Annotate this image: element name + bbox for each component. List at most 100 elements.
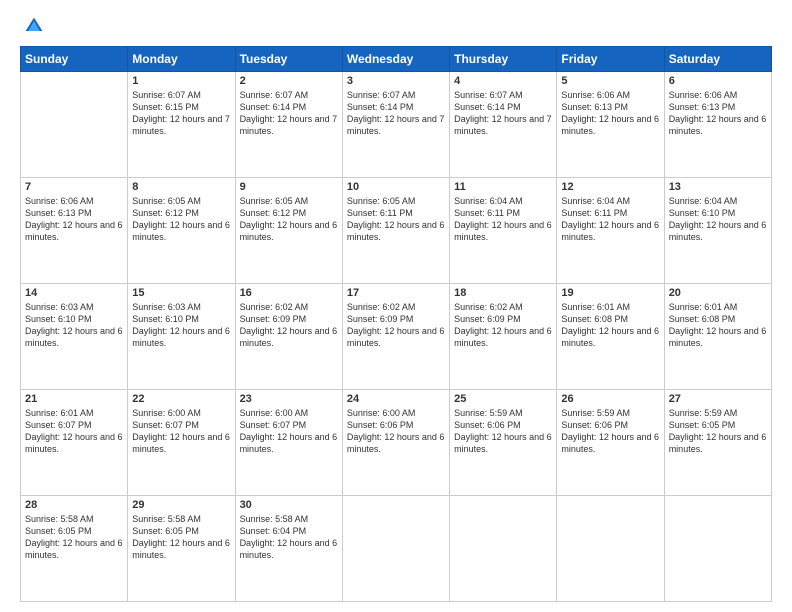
day-info: Sunrise: 6:07 AMSunset: 6:14 PMDaylight:…	[240, 89, 338, 138]
day-number: 27	[669, 393, 767, 405]
calendar-week-row: 14 Sunrise: 6:03 AMSunset: 6:10 PMDayligh…	[21, 284, 772, 390]
day-number: 12	[561, 181, 659, 193]
calendar-header-monday: Monday	[128, 47, 235, 72]
day-info: Sunrise: 6:01 AMSunset: 6:08 PMDaylight:…	[669, 301, 767, 350]
calendar-week-row: 21 Sunrise: 6:01 AMSunset: 6:07 PMDayligh…	[21, 390, 772, 496]
day-info: Sunrise: 6:01 AMSunset: 6:07 PMDaylight:…	[25, 407, 123, 456]
day-info: Sunrise: 6:04 AMSunset: 6:11 PMDaylight:…	[454, 195, 552, 244]
calendar-cell: 20 Sunrise: 6:01 AMSunset: 6:08 PMDayligh…	[664, 284, 771, 390]
day-number: 8	[132, 181, 230, 193]
logo	[20, 16, 44, 36]
calendar-cell: 1 Sunrise: 6:07 AMSunset: 6:15 PMDaylight…	[128, 72, 235, 178]
day-number: 1	[132, 75, 230, 87]
calendar-cell	[21, 72, 128, 178]
calendar-cell: 23 Sunrise: 6:00 AMSunset: 6:07 PMDayligh…	[235, 390, 342, 496]
calendar-cell: 16 Sunrise: 6:02 AMSunset: 6:09 PMDayligh…	[235, 284, 342, 390]
calendar-cell: 22 Sunrise: 6:00 AMSunset: 6:07 PMDayligh…	[128, 390, 235, 496]
page: SundayMondayTuesdayWednesdayThursdayFrid…	[0, 0, 792, 612]
day-number: 25	[454, 393, 552, 405]
calendar-cell: 13Sunrise: 6:04 AMSunset: 6:10 PMDayligh…	[664, 178, 771, 284]
day-number: 7	[25, 181, 123, 193]
calendar-header-row: SundayMondayTuesdayWednesdayThursdayFrid…	[21, 47, 772, 72]
day-number: 26	[561, 393, 659, 405]
calendar-header-tuesday: Tuesday	[235, 47, 342, 72]
day-info: Sunrise: 6:00 AMSunset: 6:07 PMDaylight:…	[132, 407, 230, 456]
day-number: 29	[132, 499, 230, 511]
calendar-cell	[557, 496, 664, 602]
day-info: Sunrise: 6:06 AMSunset: 6:13 PMDaylight:…	[669, 89, 767, 138]
calendar-cell: 30 Sunrise: 5:58 AMSunset: 6:04 PMDayligh…	[235, 496, 342, 602]
day-number: 5	[561, 75, 659, 87]
calendar-cell	[342, 496, 449, 602]
day-number: 21	[25, 393, 123, 405]
day-info: Sunrise: 5:59 AMSunset: 6:06 PMDaylight:…	[561, 407, 659, 456]
day-info: Sunrise: 6:03 AMSunset: 6:10 PMDaylight:…	[132, 301, 230, 350]
calendar-cell: 14 Sunrise: 6:03 AMSunset: 6:10 PMDayligh…	[21, 284, 128, 390]
calendar-cell: 29Sunrise: 5:58 AMSunset: 6:05 PMDayligh…	[128, 496, 235, 602]
calendar-header-saturday: Saturday	[664, 47, 771, 72]
day-number: 2	[240, 75, 338, 87]
calendar-table: SundayMondayTuesdayWednesdayThursdayFrid…	[20, 46, 772, 602]
day-info: Sunrise: 6:02 AMSunset: 6:09 PMDaylight:…	[240, 301, 338, 350]
day-number: 6	[669, 75, 767, 87]
day-number: 22	[132, 393, 230, 405]
day-number: 14	[25, 287, 123, 299]
day-info: Sunrise: 6:00 AMSunset: 6:07 PMDaylight:…	[240, 407, 338, 456]
calendar-week-row: 28 Sunrise: 5:58 AMSunset: 6:05 PMDayligh…	[21, 496, 772, 602]
day-number: 9	[240, 181, 338, 193]
day-number: 23	[240, 393, 338, 405]
calendar-cell: 7 Sunrise: 6:06 AMSunset: 6:13 PMDaylight…	[21, 178, 128, 284]
day-info: Sunrise: 6:06 AMSunset: 6:13 PMDaylight:…	[25, 195, 123, 244]
calendar-cell: 28 Sunrise: 5:58 AMSunset: 6:05 PMDayligh…	[21, 496, 128, 602]
day-info: Sunrise: 6:03 AMSunset: 6:10 PMDaylight:…	[25, 301, 123, 350]
day-info: Sunrise: 6:04 AMSunset: 6:10 PMDaylight:…	[669, 195, 767, 244]
day-info: Sunrise: 6:05 AMSunset: 6:12 PMDaylight:…	[240, 195, 338, 244]
calendar-cell: 27 Sunrise: 5:59 AMSunset: 6:05 PMDayligh…	[664, 390, 771, 496]
calendar-cell: 9 Sunrise: 6:05 AMSunset: 6:12 PMDaylight…	[235, 178, 342, 284]
day-info: Sunrise: 6:02 AMSunset: 6:09 PMDaylight:…	[347, 301, 445, 350]
day-info: Sunrise: 6:01 AMSunset: 6:08 PMDaylight:…	[561, 301, 659, 350]
day-info: Sunrise: 6:04 AMSunset: 6:11 PMDaylight:…	[561, 195, 659, 244]
calendar-cell: 5 Sunrise: 6:06 AMSunset: 6:13 PMDaylight…	[557, 72, 664, 178]
calendar-cell: 6 Sunrise: 6:06 AMSunset: 6:13 PMDaylight…	[664, 72, 771, 178]
calendar-cell: 17 Sunrise: 6:02 AMSunset: 6:09 PMDayligh…	[342, 284, 449, 390]
day-info: Sunrise: 6:07 AMSunset: 6:14 PMDaylight:…	[454, 89, 552, 138]
day-info: Sunrise: 6:05 AMSunset: 6:12 PMDaylight:…	[132, 195, 230, 244]
logo-icon	[24, 16, 44, 36]
day-info: Sunrise: 6:05 AMSunset: 6:11 PMDaylight:…	[347, 195, 445, 244]
calendar-cell: 26 Sunrise: 5:59 AMSunset: 6:06 PMDayligh…	[557, 390, 664, 496]
day-info: Sunrise: 6:07 AMSunset: 6:14 PMDaylight:…	[347, 89, 445, 138]
day-info: Sunrise: 5:59 AMSunset: 6:06 PMDaylight:…	[454, 407, 552, 456]
header	[20, 16, 772, 36]
calendar-cell	[450, 496, 557, 602]
day-info: Sunrise: 6:02 AMSunset: 6:09 PMDaylight:…	[454, 301, 552, 350]
calendar-cell: 3Sunrise: 6:07 AMSunset: 6:14 PMDaylight…	[342, 72, 449, 178]
calendar-cell: 8 Sunrise: 6:05 AMSunset: 6:12 PMDaylight…	[128, 178, 235, 284]
calendar-cell: 21 Sunrise: 6:01 AMSunset: 6:07 PMDayligh…	[21, 390, 128, 496]
day-info: Sunrise: 5:59 AMSunset: 6:05 PMDaylight:…	[669, 407, 767, 456]
day-info: Sunrise: 6:06 AMSunset: 6:13 PMDaylight:…	[561, 89, 659, 138]
day-number: 4	[454, 75, 552, 87]
calendar-week-row: 1 Sunrise: 6:07 AMSunset: 6:15 PMDaylight…	[21, 72, 772, 178]
day-number: 20	[669, 287, 767, 299]
calendar-cell: 19 Sunrise: 6:01 AMSunset: 6:08 PMDayligh…	[557, 284, 664, 390]
day-info: Sunrise: 6:07 AMSunset: 6:15 PMDaylight:…	[132, 89, 230, 138]
calendar-header-friday: Friday	[557, 47, 664, 72]
calendar-cell: 24Sunrise: 6:00 AMSunset: 6:06 PMDayligh…	[342, 390, 449, 496]
calendar-cell	[664, 496, 771, 602]
day-number: 19	[561, 287, 659, 299]
day-number: 30	[240, 499, 338, 511]
calendar-cell: 10 Sunrise: 6:05 AMSunset: 6:11 PMDayligh…	[342, 178, 449, 284]
day-number: 11	[454, 181, 552, 193]
day-number: 15	[132, 287, 230, 299]
day-number: 28	[25, 499, 123, 511]
day-number: 24	[347, 393, 445, 405]
calendar-cell: 4 Sunrise: 6:07 AMSunset: 6:14 PMDaylight…	[450, 72, 557, 178]
day-info: Sunrise: 5:58 AMSunset: 6:05 PMDaylight:…	[25, 513, 123, 562]
day-number: 17	[347, 287, 445, 299]
calendar-week-row: 7 Sunrise: 6:06 AMSunset: 6:13 PMDaylight…	[21, 178, 772, 284]
day-number: 10	[347, 181, 445, 193]
calendar-header-wednesday: Wednesday	[342, 47, 449, 72]
day-number: 16	[240, 287, 338, 299]
day-info: Sunrise: 5:58 AMSunset: 6:04 PMDaylight:…	[240, 513, 338, 562]
